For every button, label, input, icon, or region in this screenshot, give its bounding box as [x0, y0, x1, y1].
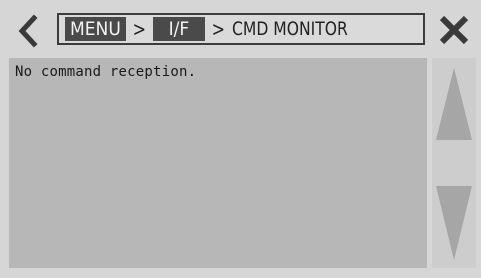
breadcrumb-menu[interactable]: MENU: [65, 17, 126, 41]
scroll-up-button[interactable]: [434, 64, 474, 142]
command-monitor-panel: No command reception.: [9, 58, 427, 268]
scroll-down-button[interactable]: [434, 184, 474, 262]
close-icon: [437, 13, 471, 47]
breadcrumb: MENU > I/F > CMD MONITOR: [57, 13, 425, 45]
breadcrumb-separator: >: [132, 17, 146, 41]
close-button[interactable]: [437, 13, 471, 47]
triangle-down-icon: [434, 184, 474, 262]
cmd-monitor-screen: MENU > I/F > CMD MONITOR No command rece…: [0, 0, 481, 278]
back-button[interactable]: [10, 12, 46, 50]
triangle-up-icon: [434, 64, 474, 142]
monitor-message: No command reception.: [15, 64, 197, 80]
page-title: CMD MONITOR: [232, 18, 348, 40]
breadcrumb-separator: >: [211, 17, 226, 41]
chevron-left-icon: [10, 12, 46, 50]
breadcrumb-interface[interactable]: I/F: [152, 17, 206, 41]
